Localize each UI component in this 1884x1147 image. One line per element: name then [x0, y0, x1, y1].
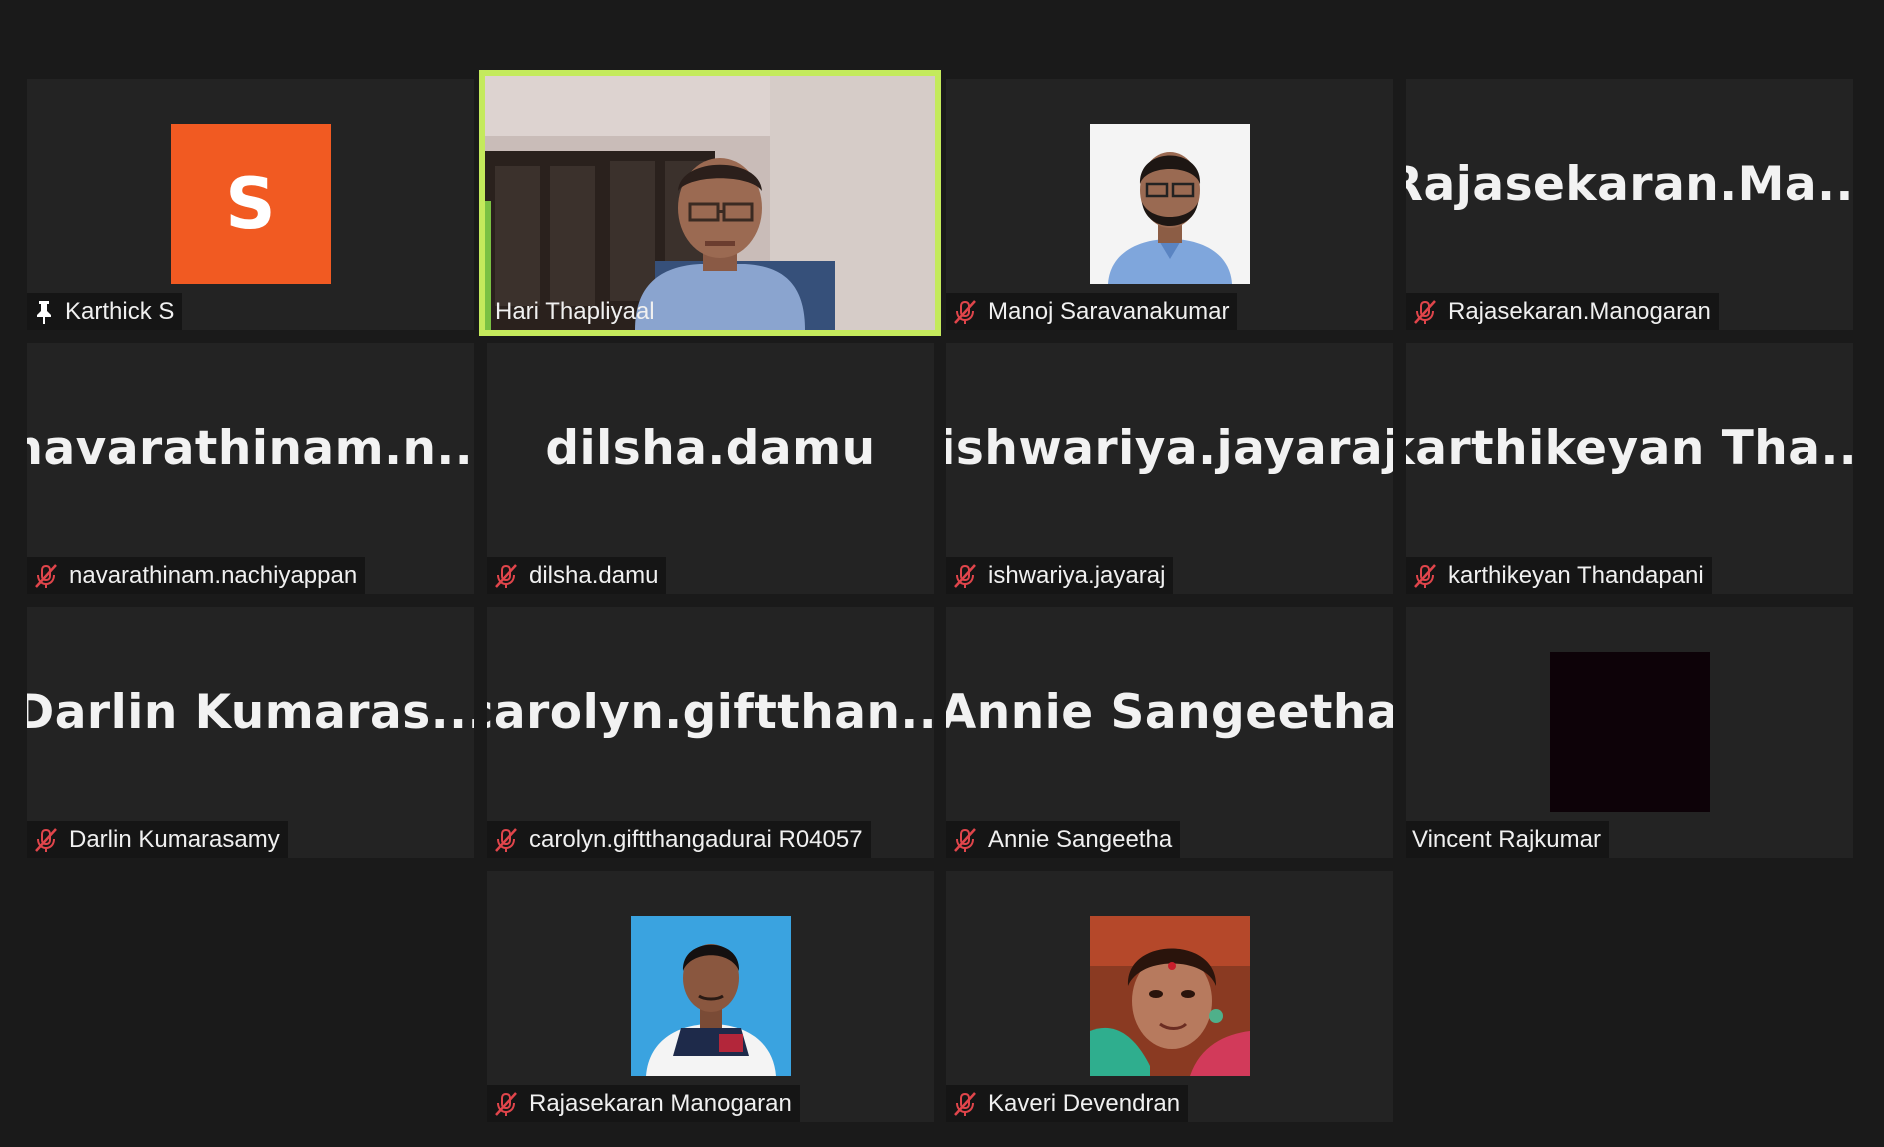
participant-big-name: Rajasekaran.Ma... — [1406, 157, 1853, 212]
participant-name: karthikeyan Thandapani — [1448, 561, 1704, 589]
muted-microphone-icon — [495, 827, 517, 852]
muted-microphone-icon — [1414, 299, 1436, 324]
profile-photo — [630, 916, 791, 1076]
participant-big-name: dilsha.damu — [545, 421, 876, 476]
muted-microphone-icon — [35, 563, 57, 588]
participant-name-label: karthikeyan Thandapani — [1406, 557, 1712, 594]
muted-microphone-icon — [954, 827, 976, 852]
participant-tile-rajasekaran-ma[interactable]: Rajasekaran.Ma... Rajasekaran.Manogaran — [1406, 79, 1853, 330]
participant-tile-navarathinam[interactable]: navarathinam.n... navarathinam.nachiyapp… — [27, 343, 474, 594]
participant-name-label: Vincent Rajkumar — [1406, 821, 1609, 858]
participant-name: dilsha.damu — [529, 561, 659, 589]
participant-name-label: Karthick S — [27, 293, 183, 330]
participant-big-name: karthikeyan Tha... — [1406, 421, 1853, 476]
participant-name: Rajasekaran Manogaran — [529, 1089, 792, 1117]
participant-name-label: Rajasekaran.Manogaran — [1406, 293, 1719, 330]
muted-microphone-icon — [954, 563, 976, 588]
participant-big-name: ishwariya.jayaraj — [946, 421, 1393, 476]
participant-name: Annie Sangeetha — [988, 825, 1173, 853]
participant-name-label: ishwariya.jayaraj — [946, 557, 1174, 594]
participant-name-label: Kaveri Devendran — [946, 1085, 1189, 1122]
avatar: S — [170, 124, 331, 284]
participant-tile-karthikeyan[interactable]: karthikeyan Tha... karthikeyan Thandapan… — [1406, 343, 1853, 594]
muted-microphone-icon — [1414, 563, 1436, 588]
participant-big-name: navarathinam.n... — [27, 421, 474, 476]
participant-name: carolyn.giftthangadurai R04057 — [529, 825, 863, 853]
participant-tile-annie[interactable]: Annie Sangeetha Annie Sangeetha — [946, 607, 1393, 858]
participant-tile-ishwariya[interactable]: ishwariya.jayaraj ishwariya.jayaraj — [946, 343, 1393, 594]
muted-microphone-icon — [495, 563, 517, 588]
participant-tile-carolyn[interactable]: carolyn.giftthan... carolyn.giftthangadu… — [487, 607, 934, 858]
muted-microphone-icon — [35, 827, 57, 852]
participant-big-name: carolyn.giftthan... — [487, 685, 934, 740]
profile-photo — [1089, 916, 1250, 1076]
muted-microphone-icon — [954, 299, 976, 324]
participant-name-label: Darlin Kumarasamy — [27, 821, 288, 858]
participant-name-label: Annie Sangeetha — [946, 821, 1181, 858]
participant-name: Rajasekaran.Manogaran — [1448, 297, 1711, 325]
participant-tile-rajasekaran-manogaran[interactable]: Rajasekaran Manogaran — [487, 871, 934, 1122]
participant-name: ishwariya.jayaraj — [988, 561, 1166, 589]
participant-tile-darlin[interactable]: Darlin Kumaras... Darlin Kumarasamy — [27, 607, 474, 858]
participant-name: Kaveri Devendran — [988, 1089, 1181, 1117]
participant-tile-hari-active-speaker[interactable]: Hari Thapliyaal — [485, 76, 935, 330]
participant-name-label: carolyn.giftthangadurai R04057 — [487, 821, 871, 858]
participant-name: Karthick S — [65, 297, 175, 325]
pin-icon — [37, 300, 51, 324]
participant-video — [485, 76, 935, 330]
participant-name: Manoj Saravanakumar — [988, 297, 1230, 325]
participant-tile-vincent[interactable]: Vincent Rajkumar — [1406, 607, 1853, 858]
participant-big-name: Darlin Kumaras... — [27, 685, 474, 740]
participant-name: Darlin Kumarasamy — [69, 825, 280, 853]
participant-name: Vincent Rajkumar — [1412, 825, 1601, 853]
participant-name-label: dilsha.damu — [487, 557, 667, 594]
participant-name-label: Hari Thapliyaal — [485, 293, 663, 330]
profile-photo — [1549, 652, 1710, 812]
profile-photo — [1089, 124, 1250, 284]
participant-big-name: Annie Sangeetha — [946, 685, 1393, 740]
participant-name: navarathinam.nachiyappan — [69, 561, 358, 589]
participant-name-label: Manoj Saravanakumar — [946, 293, 1238, 330]
participant-tile-karthick[interactable]: S Karthick S — [27, 79, 474, 330]
participant-name-label: Rajasekaran Manogaran — [487, 1085, 800, 1122]
participant-tile-manoj[interactable]: Manoj Saravanakumar — [946, 79, 1393, 330]
muted-microphone-icon — [495, 1091, 517, 1116]
participant-tile-dilsha[interactable]: dilsha.damu dilsha.damu — [487, 343, 934, 594]
participant-name: Hari Thapliyaal — [495, 297, 655, 325]
participant-name-label: navarathinam.nachiyappan — [27, 557, 366, 594]
participant-tile-kaveri[interactable]: Kaveri Devendran — [946, 871, 1393, 1122]
muted-microphone-icon — [954, 1091, 976, 1116]
